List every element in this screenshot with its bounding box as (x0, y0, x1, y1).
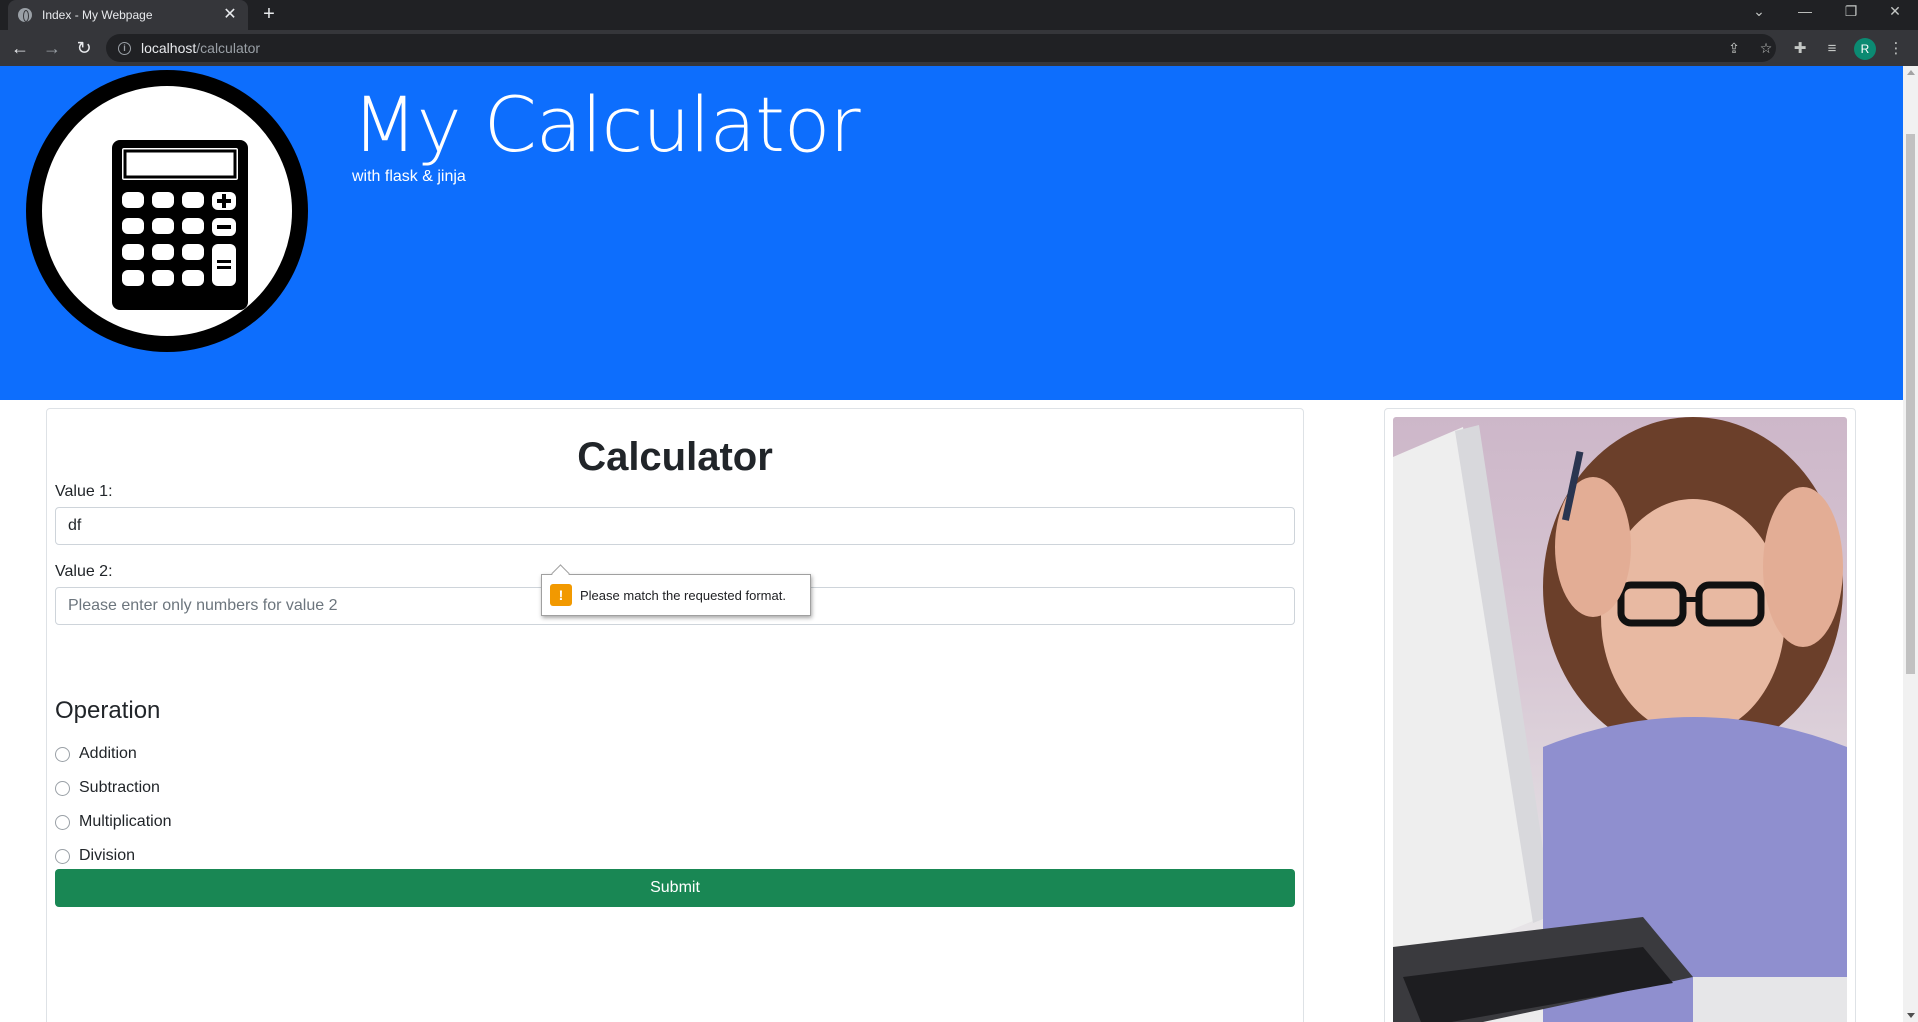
calculator-logo-icon (26, 70, 308, 352)
browser-tab-bar: Index - My Webpage ✕ + ⌄ — ❐ ✕ (0, 0, 1918, 30)
scroll-up-arrow-icon[interactable] (1907, 70, 1915, 75)
browser-tab[interactable]: Index - My Webpage ✕ (8, 0, 248, 30)
url-path: /calculator (196, 40, 261, 56)
calculator-card: Calculator Value 1: df Value 2: Please e… (46, 408, 1304, 1022)
back-arrow-icon[interactable]: ← (8, 36, 32, 60)
radio-label: Multiplication (79, 813, 172, 830)
tab-close-icon[interactable]: ✕ (222, 7, 238, 23)
browser-toolbar: ← → ↻ i localhost/calculator ⇪ ☆ ✚ ≡ R ⋮ (0, 30, 1918, 66)
reading-list-icon[interactable]: ≡ (1822, 39, 1842, 59)
header-banner: My Calculator with flask & jinja (0, 66, 1903, 400)
site-info-icon[interactable]: i (118, 41, 131, 55)
scrollbar-thumb[interactable] (1906, 134, 1915, 674)
validation-tooltip: ! Please match the requested format. (541, 574, 811, 616)
tab-title: Index - My Webpage (42, 8, 153, 22)
globe-icon (18, 8, 32, 22)
site-title: My Calculator (352, 80, 861, 169)
stressed-woman-photo (1393, 417, 1847, 1022)
validation-message: Please match the requested format. (580, 587, 786, 603)
menu-kebab-icon[interactable]: ⋮ (1886, 39, 1906, 59)
operation-title: Operation (55, 697, 161, 724)
radio-label: Subtraction (79, 779, 160, 796)
radio-circle[interactable] (55, 746, 70, 762)
radio-circle[interactable] (55, 848, 70, 864)
radio-division[interactable]: Division (55, 847, 135, 865)
profile-avatar[interactable]: R (1854, 38, 1876, 60)
radio-label: Division (79, 847, 136, 864)
restore-icon[interactable]: ❐ (1828, 0, 1874, 24)
minimize-icon[interactable]: — (1782, 0, 1828, 24)
calculator-heading: Calculator (577, 435, 773, 479)
site-subtitle: with flask & jinja (352, 168, 466, 185)
value1-input[interactable]: df (55, 507, 1295, 545)
value1-label: Value 1: (55, 483, 113, 500)
submit-button[interactable]: Submit (55, 869, 1295, 907)
url-host: localhost (141, 40, 197, 56)
value2-label: Value 2: (55, 563, 113, 580)
radio-circle[interactable] (55, 814, 70, 830)
forward-arrow-icon[interactable]: → (40, 36, 64, 60)
tab-search-icon[interactable]: ⌄ (1736, 0, 1782, 24)
share-icon[interactable]: ⇪ (1724, 38, 1744, 58)
radio-subtraction[interactable]: Subtraction (55, 779, 160, 797)
close-window-icon[interactable]: ✕ (1872, 0, 1918, 24)
photo-card (1384, 408, 1856, 1022)
warning-icon: ! (550, 584, 572, 606)
bookmark-star-icon[interactable]: ☆ (1756, 38, 1776, 58)
new-tab-button[interactable]: + (258, 4, 280, 26)
extensions-puzzle-icon[interactable]: ✚ (1790, 39, 1810, 59)
page-scrollbar[interactable] (1903, 66, 1918, 1022)
address-bar[interactable]: i localhost/calculator ⇪ ☆ (106, 34, 1776, 62)
reload-icon[interactable]: ↻ (72, 36, 96, 60)
radio-multiplication[interactable]: Multiplication (55, 813, 171, 831)
page-viewport: My Calculator with flask & jinja Calcula… (0, 66, 1903, 1022)
radio-addition[interactable]: Addition (55, 745, 137, 763)
radio-circle[interactable] (55, 780, 70, 796)
scroll-down-arrow-icon[interactable] (1907, 1013, 1915, 1018)
radio-label: Addition (79, 745, 137, 762)
